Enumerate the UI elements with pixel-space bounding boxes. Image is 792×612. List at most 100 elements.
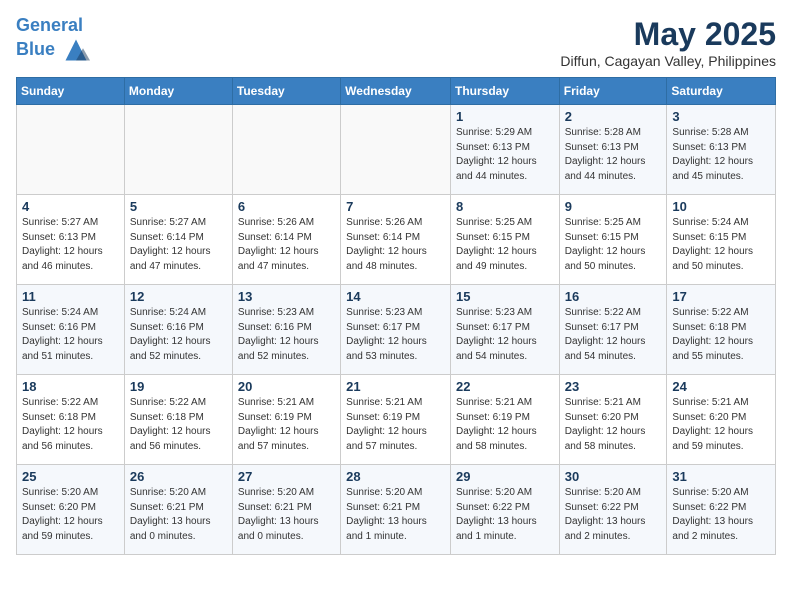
day-info: Sunrise: 5:27 AM Sunset: 6:14 PM Dayligh… xyxy=(130,216,227,274)
day-number: 20 xyxy=(238,379,335,394)
day-number: 19 xyxy=(130,379,227,394)
calendar-cell xyxy=(232,105,340,195)
day-number: 31 xyxy=(672,469,770,484)
calendar-cell: 31 Sunrise: 5:20 AM Sunset: 6:22 PM Dayli… xyxy=(667,465,776,555)
day-number: 2 xyxy=(565,109,662,124)
calendar-cell: 29Sunrise: 5:20 AM Sunset: 6:22 PM Dayli… xyxy=(450,465,559,555)
day-header-tuesday: Tuesday xyxy=(232,78,340,105)
day-number: 18 xyxy=(22,379,119,394)
calendar-table: SundayMondayTuesdayWednesdayThursdayFrid… xyxy=(16,77,776,555)
calendar-cell: 13 Sunrise: 5:23 AM Sunset: 6:16 PM Dayli… xyxy=(232,285,340,375)
calendar-cell: 15 Sunrise: 5:23 AM Sunset: 6:17 PM Dayli… xyxy=(450,285,559,375)
day-number: 24 xyxy=(672,379,770,394)
day-number: 12 xyxy=(130,289,227,304)
day-header-wednesday: Wednesday xyxy=(341,78,451,105)
logo-text: General Blue xyxy=(16,16,90,64)
day-info: Sunrise: 5:21 AM Sunset: 6:20 PM Dayligh… xyxy=(565,396,662,454)
day-info: Sunrise: 5:22 AM Sunset: 6:18 PM Dayligh… xyxy=(130,396,227,454)
day-info: Sunrise: 5:21 AM Sunset: 6:19 PM Dayligh… xyxy=(456,396,554,454)
day-number: 6 xyxy=(238,199,335,214)
calendar-cell: 1 Sunrise: 5:29 AM Sunset: 6:13 PM Daylig… xyxy=(450,105,559,195)
month-year-title: May 2025 xyxy=(560,16,776,53)
day-info: Sunrise: 5:28 AM Sunset: 6:13 PM Dayligh… xyxy=(672,126,770,184)
calendar-cell: 2 Sunrise: 5:28 AM Sunset: 6:13 PM Daylig… xyxy=(559,105,667,195)
calendar-cell: 14 Sunrise: 5:23 AM Sunset: 6:17 PM Dayli… xyxy=(341,285,451,375)
calendar-cell: 26 Sunrise: 5:20 AM Sunset: 6:21 PM Dayli… xyxy=(124,465,232,555)
day-number: 23 xyxy=(565,379,662,394)
location-subtitle: Diffun, Cagayan Valley, Philippines xyxy=(560,53,776,69)
day-info: Sunrise: 5:20 AM Sunset: 6:22 PM Dayligh… xyxy=(672,486,770,544)
day-headers-row: SundayMondayTuesdayWednesdayThursdayFrid… xyxy=(17,78,776,105)
day-number: 26 xyxy=(130,469,227,484)
calendar-header: SundayMondayTuesdayWednesdayThursdayFrid… xyxy=(17,78,776,105)
calendar-week-row: 18 Sunrise: 5:22 AM Sunset: 6:18 PM Dayli… xyxy=(17,375,776,465)
day-number: 22 xyxy=(456,379,554,394)
day-number: 14 xyxy=(346,289,445,304)
calendar-cell: 27 Sunrise: 5:20 AM Sunset: 6:21 PM Dayli… xyxy=(232,465,340,555)
day-header-sunday: Sunday xyxy=(17,78,125,105)
calendar-week-row: 11 Sunrise: 5:24 AM Sunset: 6:16 PM Dayli… xyxy=(17,285,776,375)
calendar-cell: 12Sunrise: 5:24 AM Sunset: 6:16 PM Dayli… xyxy=(124,285,232,375)
day-number: 5 xyxy=(130,199,227,214)
calendar-cell: 23 Sunrise: 5:21 AM Sunset: 6:20 PM Dayli… xyxy=(559,375,667,465)
day-number: 28 xyxy=(346,469,445,484)
day-info: Sunrise: 5:26 AM Sunset: 6:14 PM Dayligh… xyxy=(238,216,335,274)
day-number: 13 xyxy=(238,289,335,304)
day-info: Sunrise: 5:22 AM Sunset: 6:17 PM Dayligh… xyxy=(565,306,662,364)
page-header: General Blue May 2025 Diffun, Cagayan Va… xyxy=(16,16,776,69)
calendar-cell: 10 Sunrise: 5:24 AM Sunset: 6:15 PM Dayli… xyxy=(667,195,776,285)
day-number: 7 xyxy=(346,199,445,214)
title-area: May 2025 Diffun, Cagayan Valley, Philipp… xyxy=(560,16,776,69)
day-info: Sunrise: 5:24 AM Sunset: 6:15 PM Dayligh… xyxy=(672,216,770,274)
day-info: Sunrise: 5:20 AM Sunset: 6:21 PM Dayligh… xyxy=(238,486,335,544)
calendar-cell xyxy=(124,105,232,195)
day-number: 9 xyxy=(565,199,662,214)
calendar-cell: 30 Sunrise: 5:20 AM Sunset: 6:22 PM Dayli… xyxy=(559,465,667,555)
day-info: Sunrise: 5:25 AM Sunset: 6:15 PM Dayligh… xyxy=(565,216,662,274)
day-number: 30 xyxy=(565,469,662,484)
calendar-cell: 16 Sunrise: 5:22 AM Sunset: 6:17 PM Dayli… xyxy=(559,285,667,375)
calendar-cell: 24Sunrise: 5:21 AM Sunset: 6:20 PM Dayli… xyxy=(667,375,776,465)
calendar-cell: 21Sunrise: 5:21 AM Sunset: 6:19 PM Dayli… xyxy=(341,375,451,465)
calendar-cell: 28Sunrise: 5:20 AM Sunset: 6:21 PM Dayli… xyxy=(341,465,451,555)
day-info: Sunrise: 5:27 AM Sunset: 6:13 PM Dayligh… xyxy=(22,216,119,274)
day-number: 16 xyxy=(565,289,662,304)
day-number: 3 xyxy=(672,109,770,124)
day-header-thursday: Thursday xyxy=(450,78,559,105)
calendar-week-row: 25Sunrise: 5:20 AM Sunset: 6:20 PM Dayli… xyxy=(17,465,776,555)
calendar-week-row: 4 Sunrise: 5:27 AM Sunset: 6:13 PM Daylig… xyxy=(17,195,776,285)
day-header-friday: Friday xyxy=(559,78,667,105)
calendar-body: 1 Sunrise: 5:29 AM Sunset: 6:13 PM Daylig… xyxy=(17,105,776,555)
calendar-cell: 25Sunrise: 5:20 AM Sunset: 6:20 PM Dayli… xyxy=(17,465,125,555)
day-info: Sunrise: 5:28 AM Sunset: 6:13 PM Dayligh… xyxy=(565,126,662,184)
day-number: 1 xyxy=(456,109,554,124)
day-info: Sunrise: 5:20 AM Sunset: 6:22 PM Dayligh… xyxy=(565,486,662,544)
day-info: Sunrise: 5:29 AM Sunset: 6:13 PM Dayligh… xyxy=(456,126,554,184)
day-info: Sunrise: 5:23 AM Sunset: 6:17 PM Dayligh… xyxy=(346,306,445,364)
calendar-cell: 6 Sunrise: 5:26 AM Sunset: 6:14 PM Daylig… xyxy=(232,195,340,285)
calendar-cell: 3 Sunrise: 5:28 AM Sunset: 6:13 PM Daylig… xyxy=(667,105,776,195)
day-number: 10 xyxy=(672,199,770,214)
day-info: Sunrise: 5:22 AM Sunset: 6:18 PM Dayligh… xyxy=(672,306,770,364)
day-info: Sunrise: 5:21 AM Sunset: 6:19 PM Dayligh… xyxy=(346,396,445,454)
day-info: Sunrise: 5:20 AM Sunset: 6:21 PM Dayligh… xyxy=(130,486,227,544)
calendar-cell: 11 Sunrise: 5:24 AM Sunset: 6:16 PM Dayli… xyxy=(17,285,125,375)
day-number: 25 xyxy=(22,469,119,484)
day-number: 27 xyxy=(238,469,335,484)
calendar-cell: 20Sunrise: 5:21 AM Sunset: 6:19 PM Dayli… xyxy=(232,375,340,465)
day-info: Sunrise: 5:25 AM Sunset: 6:15 PM Dayligh… xyxy=(456,216,554,274)
day-info: Sunrise: 5:23 AM Sunset: 6:17 PM Dayligh… xyxy=(456,306,554,364)
day-number: 29 xyxy=(456,469,554,484)
day-info: Sunrise: 5:23 AM Sunset: 6:16 PM Dayligh… xyxy=(238,306,335,364)
day-number: 11 xyxy=(22,289,119,304)
calendar-cell xyxy=(341,105,451,195)
day-info: Sunrise: 5:24 AM Sunset: 6:16 PM Dayligh… xyxy=(22,306,119,364)
calendar-cell: 5 Sunrise: 5:27 AM Sunset: 6:14 PM Daylig… xyxy=(124,195,232,285)
calendar-cell: 8Sunrise: 5:25 AM Sunset: 6:15 PM Daylig… xyxy=(450,195,559,285)
calendar-cell: 7Sunrise: 5:26 AM Sunset: 6:14 PM Daylig… xyxy=(341,195,451,285)
day-number: 15 xyxy=(456,289,554,304)
logo-icon xyxy=(62,36,90,64)
day-info: Sunrise: 5:22 AM Sunset: 6:18 PM Dayligh… xyxy=(22,396,119,454)
calendar-cell xyxy=(17,105,125,195)
day-number: 4 xyxy=(22,199,119,214)
